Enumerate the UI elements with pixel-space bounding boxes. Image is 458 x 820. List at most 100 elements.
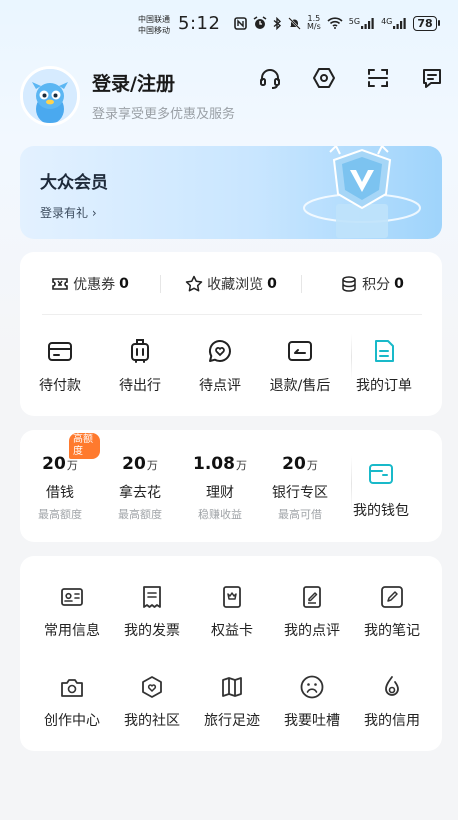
service-common-info[interactable]: 常用信息 [32, 584, 112, 640]
nfc-icon [234, 16, 247, 30]
service-label: 常用信息 [44, 623, 100, 639]
order-shortcuts: 待付款 待出行 待点评 退款/售后 我的订单 [20, 338, 442, 395]
signal-5g-label: 5G [348, 16, 361, 26]
orders-card: 优惠券 0 收藏浏览 0 积分 0 待付款 待出行 待点评 退款/售后 我的订单 [20, 252, 442, 416]
coupon-count: 0 [119, 276, 129, 292]
member-gift-link[interactable]: 登录有礼 › [40, 204, 97, 221]
signal-5g: 5G [348, 16, 375, 29]
carrier-1: 中国联通 [138, 15, 170, 24]
naquhua-sub: 最高额度 [118, 508, 162, 521]
status-bar: 中国联通 中国移动 5:12 1.5 M/s 5G 4G 78 [0, 10, 458, 40]
naquhua-label: 拿去花 [119, 485, 161, 501]
service-benefit-card[interactable]: 权益卡 [192, 584, 272, 640]
service-label: 创作中心 [44, 713, 100, 729]
favorites-label: 收藏浏览 [207, 277, 264, 293]
battery-indicator: 78 [413, 15, 440, 31]
message-icon[interactable] [418, 64, 446, 92]
service-complaint[interactable]: 我要吐槽 [272, 674, 352, 730]
pending-payment-label: 待付款 [39, 378, 81, 394]
vip-shield-icon [303, 146, 421, 238]
status-time: 5:12 [178, 13, 221, 34]
favorites-count: 0 [267, 276, 277, 292]
signal-bars-2-icon [393, 17, 407, 29]
pending-payment-button[interactable]: 待付款 [20, 338, 100, 395]
service-label: 我要吐槽 [284, 713, 340, 729]
service-label: 我的点评 [284, 623, 340, 639]
points-stat[interactable]: 积分 0 [302, 274, 442, 294]
service-my-notes[interactable]: 我的笔记 [352, 584, 432, 640]
coins-icon [342, 276, 356, 292]
finance-item-wealth[interactable]: 1.08万 理财 稳赚收益 [180, 430, 260, 542]
review-edit-icon [303, 586, 321, 608]
wallet-icon [369, 464, 393, 484]
note-pen-icon [381, 586, 403, 608]
refund-icon [288, 341, 312, 361]
refund-label: 退款/售后 [269, 378, 331, 394]
review-heart-icon [208, 340, 231, 363]
my-wallet-label: 我的钱包 [353, 503, 409, 519]
finance-row: 高额度 20万 借钱 最高额度 20万 拿去花 最高额度 1.08万 理财 稳赚… [20, 430, 442, 542]
favorites-stat[interactable]: 收藏浏览 0 [161, 274, 301, 294]
wealth-label: 理财 [206, 485, 234, 501]
vertical-divider [351, 334, 352, 380]
wifi-icon [327, 17, 343, 29]
wealth-sub: 稳赚收益 [198, 508, 242, 521]
wealth-amount: 1.08万 [193, 454, 247, 474]
service-my-review[interactable]: 我的点评 [272, 584, 352, 640]
pending-travel-label: 待出行 [119, 378, 161, 394]
stats-row: 优惠券 0 收藏浏览 0 积分 0 [20, 269, 442, 299]
benefit-card-icon [223, 586, 241, 608]
id-card-icon [61, 588, 83, 606]
pending-review-button[interactable]: 待点评 [180, 338, 260, 395]
signal-bars-icon [361, 17, 374, 29]
scan-icon[interactable] [364, 64, 392, 92]
refund-button[interactable]: 退款/售后 [260, 338, 340, 395]
carrier-names: 中国联通 中国移动 [138, 14, 170, 36]
service-label: 权益卡 [211, 623, 253, 639]
naquhua-amount: 20万 [122, 454, 158, 474]
settings-hexagon-icon[interactable] [310, 64, 338, 92]
member-title: 大众会员 [40, 173, 108, 193]
service-label: 我的信用 [364, 713, 420, 729]
finance-item-naquhua[interactable]: 20万 拿去花 最高额度 [100, 430, 180, 542]
service-community[interactable]: 我的社区 [112, 674, 192, 730]
star-icon [185, 275, 203, 292]
high-limit-badge: 高额度 [69, 433, 100, 459]
credit-drop-icon [385, 676, 399, 696]
order-doc-icon [375, 340, 394, 362]
loan-amount-value: 20 [42, 454, 66, 474]
pending-travel-button[interactable]: 待出行 [100, 338, 180, 395]
sad-face-icon [300, 675, 324, 699]
service-creator-center[interactable]: 创作中心 [32, 674, 112, 730]
member-card[interactable]: 大众会员 登录有礼 › [20, 146, 442, 239]
status-icons: 1.5 M/s 5G 4G 78 [234, 15, 440, 31]
service-invoice[interactable]: 我的发票 [112, 584, 192, 640]
headset-icon[interactable] [256, 64, 284, 92]
login-register-link[interactable]: 登录/注册 [92, 69, 175, 96]
mascot-avatar-icon [23, 69, 77, 123]
wealth-amount-value: 1.08 [193, 454, 235, 474]
community-icon [142, 676, 162, 698]
service-travel-footprint[interactable]: 旅行足迹 [192, 674, 272, 730]
alarm-icon [253, 16, 267, 29]
luggage-icon [131, 339, 149, 363]
battery-tip [437, 20, 440, 26]
avatar[interactable] [20, 66, 80, 126]
my-orders-button[interactable]: 我的订单 [340, 338, 428, 395]
net-speed-unit: M/s [307, 22, 321, 31]
naquhua-amount-value: 20 [122, 454, 146, 474]
finance-item-loan[interactable]: 高额度 20万 借钱 最高额度 [20, 430, 100, 542]
bluetooth-icon [273, 16, 282, 30]
camera-icon [61, 679, 83, 697]
battery-level: 78 [413, 15, 437, 31]
service-credit[interactable]: 我的信用 [352, 674, 432, 730]
map-icon [222, 677, 242, 697]
loan-label: 借钱 [46, 485, 74, 501]
divider [42, 314, 422, 315]
finance-item-bank[interactable]: 20万 银行专区 最高可借 [260, 430, 340, 542]
my-orders-label: 我的订单 [356, 378, 412, 394]
my-wallet-button[interactable]: 我的钱包 [340, 430, 422, 542]
coupon-stat[interactable]: 优惠券 0 [20, 274, 160, 294]
wealth-amount-unit: 万 [235, 459, 247, 472]
naquhua-amount-unit: 万 [146, 459, 158, 472]
